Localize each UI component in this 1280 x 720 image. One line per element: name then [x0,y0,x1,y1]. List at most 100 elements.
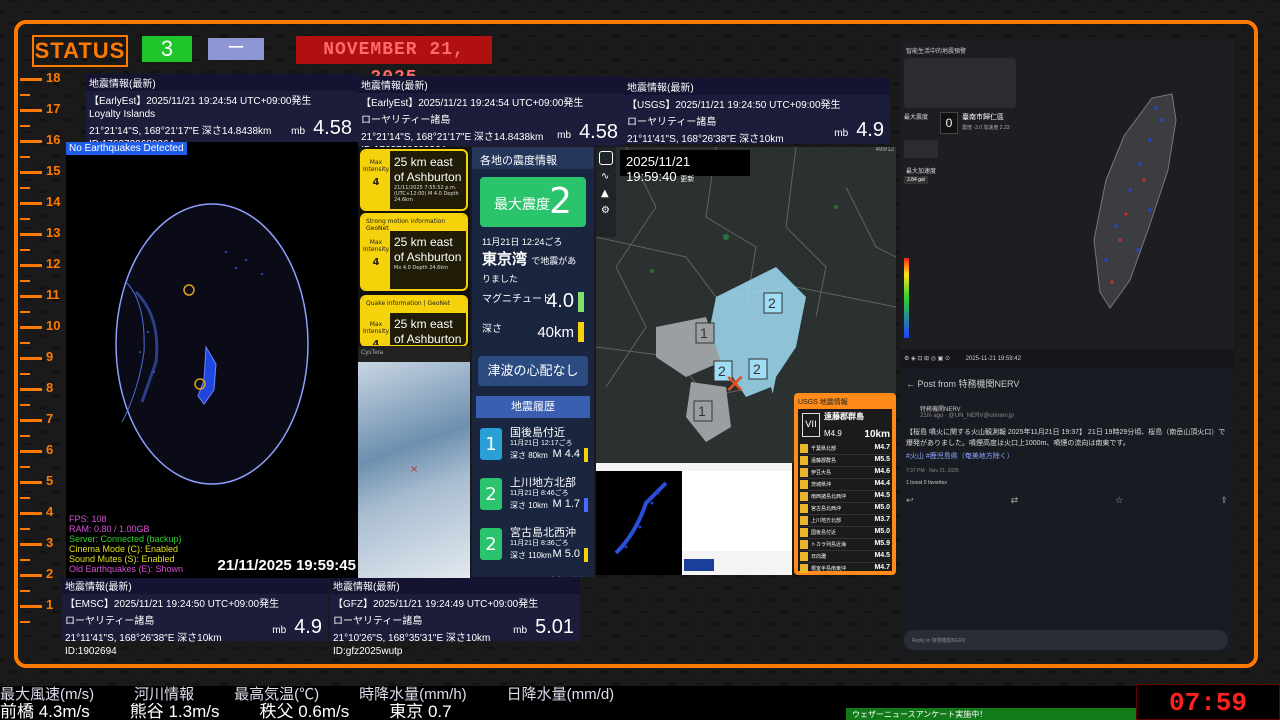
svg-text:2: 2 [768,295,776,311]
eq-card-earlyest-en: 地震情報(最新) 【EarlyEst】2025/11/21 19:24:54 UT… [86,74,358,150]
usgs-row-mag: M4.4 [874,480,890,487]
stat-server: Server: Connected (backup) [69,534,182,544]
ruler-mark: 13 [20,225,64,245]
history-color-bar [584,498,588,512]
ruler-tick [20,125,30,127]
stat-old-eq: Old Earthquakes (E): Shown [69,564,184,574]
card-head: 地震情報(最新) [330,577,580,594]
favorite-icon[interactable]: ☆ [1115,496,1123,506]
ticker-item: 熊谷 1.3m/s [129,703,220,720]
usgs-row[interactable]: 国後島付近 M5.0 [800,527,890,539]
usgs-row[interactable]: 日向灘 M4.5 [800,551,890,563]
usgs-row-mag: M4.7 [874,564,890,571]
ruler-mark: 14 [20,194,64,214]
level-badge: ー [208,38,264,60]
ruler-mark: 6 [20,442,64,462]
reply-input[interactable]: Reply to 特務機関NERV [904,630,1228,650]
ticker-item: 前橋 4.3m/s [0,703,90,720]
card-magnitude: mb 4.9 [834,119,884,141]
history-intensity: 2 [480,478,502,510]
ticker-item: 東京 0.7 [389,703,452,720]
history-title: 地震履歴 [476,396,590,418]
usgs-row[interactable]: 遠藤郡群島 M5.5 [800,455,890,467]
intensity-icon [800,480,808,489]
intensity-icon [800,444,808,453]
usgs-depth: 10km [864,429,890,440]
history-item[interactable]: 2トカラ列島近海11月21日 4:08ごろ [476,572,590,577]
usgs-row[interactable]: 千葉県北部 M4.7 [800,443,890,455]
post-boosts: 1 boost 0 favorites [906,480,947,486]
reply-icon[interactable]: ↩ [906,496,914,506]
info-icon[interactable] [599,151,613,165]
ruler-tick [20,280,30,282]
ruler-mark: 16 [20,132,64,152]
max-intensity-label: 最大震度 [494,197,550,213]
usgs-row-name: 南西諸島北西沖 [811,494,847,500]
eq-card-usgs: 地震情報(最新) 【USGS】2025/11/21 19:24:50 UTC+09… [624,78,890,158]
ticker-item: 最高気温(℃) [234,686,320,703]
eq-card-gfz: 地震情報(最新) 【GFZ】2025/11/21 19:24:49 UTC+09:… [330,577,580,657]
usgs-row-mag: M5.5 [874,456,890,463]
intensity-icon [800,468,808,477]
alert-source-bar: Strong motion information GeoNet [362,215,466,232]
gear-icon[interactable]: ⚙ [601,205,611,216]
ruler-mark: 18 [20,70,64,90]
usgs-row[interactable]: 南西諸島北西沖 M4.5 [800,491,890,503]
ruler-tick [20,466,30,468]
warning-icon[interactable]: ▲ [601,188,611,199]
share-icon[interactable]: ⇪ [1220,496,1228,506]
usgs-row[interactable]: トカラ列島近海 M5.9 [800,539,890,551]
social-post-panel[interactable]: ← Post from 特務機関NERV 特務機関NERV 21m ago · @… [900,368,1234,654]
history-date: 11月21日 8:46ごろ [510,490,569,497]
post-tags[interactable]: #火山 #鹿児島県（奄美地方除く） [906,451,1226,462]
usgs-row-mag: M4.7 [874,444,890,451]
history-item[interactable]: 1 国後島付近 11月21日 12:17ごろ 深さ 80km M 4.4 [476,422,590,468]
usgs-panel: USGS 地震情報 VII 遠藤郡群島 M4.9 10km 千葉県北部 M4.7 遠… [794,393,896,575]
usgs-header: USGS 地震情報 [796,395,894,409]
taiwan-map [904,93,1177,338]
usgs-row-name: 千葉県北部 [811,446,837,452]
usgs-row[interactable]: 根室半島南東沖 M4.7 [800,563,890,573]
history-item[interactable]: 2 上川地方北部 11月21日 8:46ごろ 深さ 10km M 1.7 [476,472,590,518]
intensity-icon [800,492,808,501]
card-head: 地震情報(最新) [86,74,358,91]
card-source: 【EarlyEst】2025/11/21 19:24:54 UTC+09:00発… [361,98,584,109]
history-mag: M 5.0 [552,548,580,560]
alert-intensity-badge: Max Intensity 4 [362,151,390,209]
alert-card[interactable]: Max Intensity 4 25 km east of Ashburton 2… [360,149,468,211]
ticker-item: 時降水量(mm/h) [359,686,467,703]
card-head: 地震情報(最新) [624,78,890,95]
svg-text:2: 2 [753,361,761,377]
ruler-mark: 2 [20,566,64,586]
usgs-row[interactable]: 伊豆大島 M4.6 [800,467,890,479]
card-source: 【EMSC】2025/11/21 19:24:50 UTC+09:00発生 [65,599,280,610]
wave-icon[interactable]: ∿ [601,171,611,182]
history-item[interactable]: 2 宮古島北西沖 11月21日 8:36ごろ 深さ 110km M 5.0 [476,522,590,568]
info-place: 東京湾 で地震がありました [482,251,577,284]
post-handle: 21m ago · @UN_NERV@unnerv.jp [920,413,1014,419]
ticker-item: 最大風速(m/s) [0,686,95,703]
stat-cinema: Cinema Mode (C): Enabled [69,544,179,554]
dashboard-root: { "header": { "status_label": "STATUS", … [0,0,1280,720]
post-meta: 7:37 PM · Nov 21, 2025 [906,468,959,474]
boost-icon[interactable]: ⇄ [1011,496,1019,506]
usgs-row-name: 宮古島北西沖 [811,506,842,512]
ruler-mark: 15 [20,163,64,183]
alert-location: 25 km east of Ashburton [394,155,462,184]
usgs-row[interactable]: 宮古島北西沖 M5.0 [800,503,890,515]
alert-card[interactable]: Strong motion information GeoNet Max Int… [360,213,468,291]
post-author[interactable]: 特務機関NERV 21m ago · @UN_NERV@unnerv.jp [920,404,1226,419]
alert-card[interactable]: Quake information | GeoNet Max Intensity… [360,295,468,347]
history-name: トカラ列島近海 [510,574,587,577]
card-magnitude: mb 5.01 [513,616,574,638]
ticker-item: 河川情報 [134,686,195,703]
card-id: ID:gfz2025wutp [333,646,403,657]
ruler-mark: 3 [20,535,64,555]
card-magnitude: mb 4.9 [272,616,322,638]
usgs-row-name: 国後島付近 [811,530,837,536]
usgs-row[interactable]: 上川地方北部 M3.7 [800,515,890,527]
history-depth: 深さ 110km [510,551,552,560]
globe-panel[interactable]: No Earthquakes Detected FPS: 108 RAM: 0.… [66,142,358,578]
magnitude-row: マグニチュード 4.0 [482,290,584,316]
usgs-row[interactable]: 茨城県沖 M4.4 [800,479,890,491]
